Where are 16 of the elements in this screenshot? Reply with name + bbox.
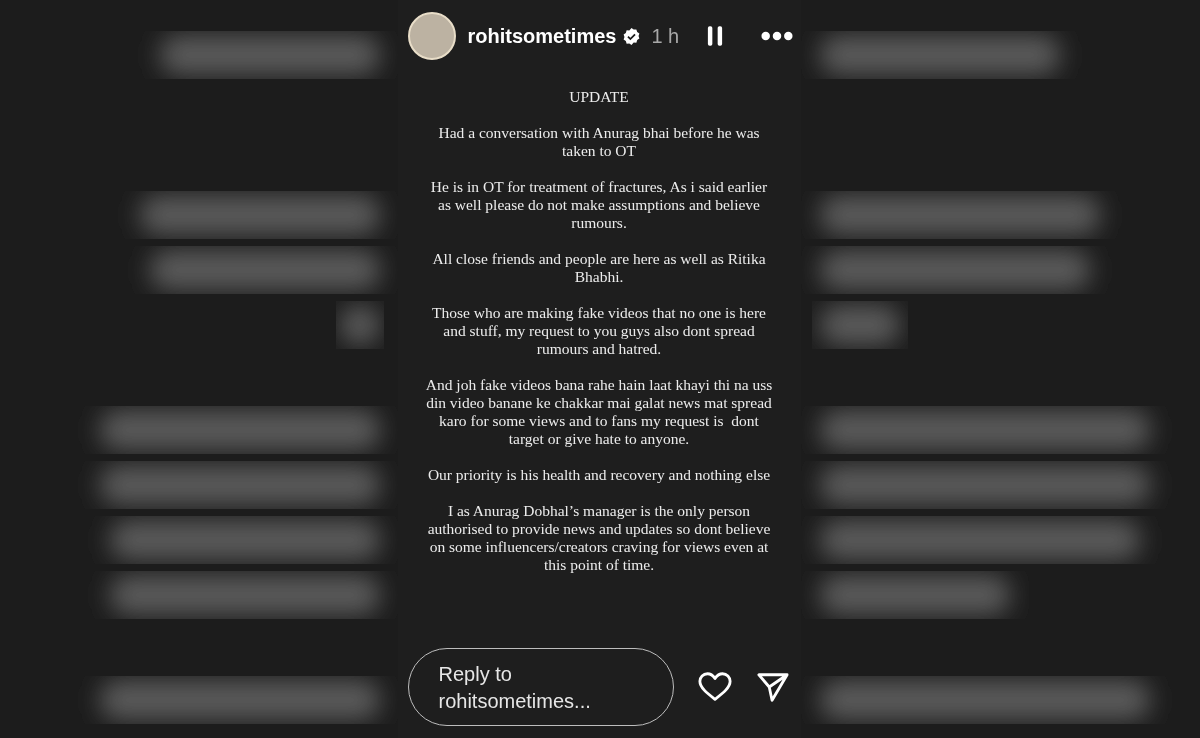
send-icon[interactable] [755,671,790,703]
reply-field[interactable]: Reply to rohitsometimes... [407,648,674,726]
story-paragraph: Those who are making fake videos that no one is here and stuff, my request to you guys also dont spread rumours and hatred. [431,304,767,358]
story-paragraph: He is in OT for treatment of fractures, As i said earlier as well please do not make assumptions and believe rumours. [429,178,769,232]
pause-icon[interactable] [706,25,723,47]
story-paragraph: Our priority is his health and recovery and nothing else [426,466,772,484]
more-options-icon[interactable] [760,31,793,41]
story-paragraph: And joh fake videos bana rahe hain laat khayi thi na uss din video banane ke chakkar mai galat news mat spread karo for some views and to fans my request is dont target or give hate to anyone. [424,376,774,448]
story-paragraph: Had a conversation with Anurag bhai before he was taken to OT [437,124,761,160]
avatar[interactable] [407,12,456,60]
username[interactable]: rohitsometimes [467,24,617,48]
story-paragraph: All close friends and people are here as well as Ritika Bhabhi. [431,250,767,286]
heart-icon[interactable] [697,671,732,703]
story-heading: UPDATE [568,88,630,106]
post-time: 1 h [651,24,680,48]
story-paragraph: I as Anurag Dobhal’s manager is the only person authorised to provide news and updates so dont believe on some influencers/creators craving for views even at this point of time. [426,502,772,574]
